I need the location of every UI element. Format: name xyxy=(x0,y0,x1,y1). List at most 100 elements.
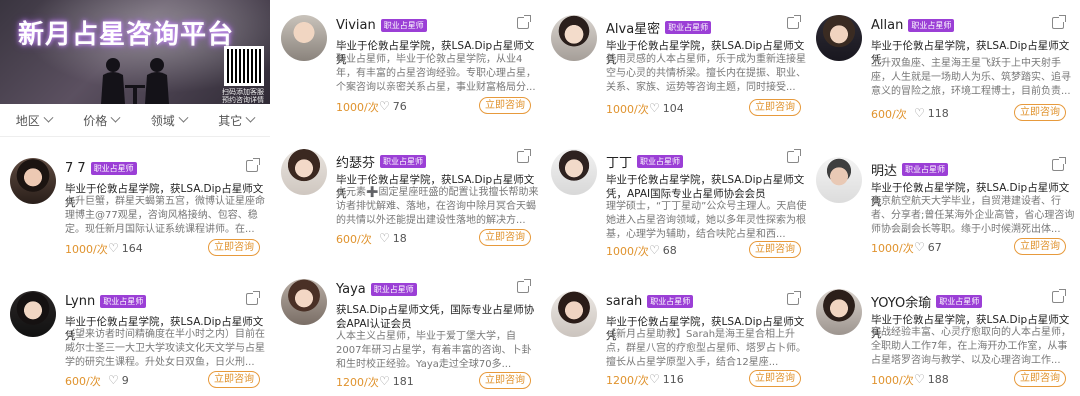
consult-button[interactable]: 立即咨询 xyxy=(208,239,260,256)
likes: ♡ 68 xyxy=(649,243,677,257)
price: 1000/次 xyxy=(871,242,914,255)
share-icon[interactable] xyxy=(787,291,801,305)
share-icon[interactable] xyxy=(517,279,531,293)
avatar xyxy=(10,158,56,204)
like-count: 164 xyxy=(121,241,143,255)
certification-badge: 职业占星师 xyxy=(902,163,949,176)
share-icon[interactable] xyxy=(1052,289,1066,303)
description: 上升双鱼座、主星海王星飞跃于上中天射手座，人生就是一场助人为乐、筑梦踏实、追寻意… xyxy=(871,58,1071,97)
astrologer-name: Vivian xyxy=(336,18,376,33)
share-icon[interactable] xyxy=(246,158,260,172)
price: 1000/次 xyxy=(871,374,914,387)
credential: 毕业于伦敦占星学院，获LSA.Dip占星师文凭，APAI国际专业占星师协会会员 xyxy=(606,174,805,200)
description: 理学硕士，“丁丁星动”公众号主理人。天启使她进入占星咨询领域，她以多年灵性探索为… xyxy=(606,201,807,240)
chevron-down-icon xyxy=(245,112,256,123)
avatar xyxy=(816,289,862,335)
price: 600/次 xyxy=(871,108,907,121)
consult-button[interactable]: 立即咨询 xyxy=(749,370,801,387)
heart-icon: ♡ xyxy=(914,240,925,254)
certification-badge: 职业占星师 xyxy=(647,295,694,308)
consult-button[interactable]: 立即咨询 xyxy=(749,241,801,258)
heart-icon: ♡ xyxy=(379,231,390,245)
qr-code xyxy=(224,46,264,86)
likes: ♡ 18 xyxy=(379,231,407,245)
share-icon[interactable] xyxy=(1052,15,1066,29)
likes: ♡ 116 xyxy=(649,372,684,386)
consult-button[interactable]: 立即咨询 xyxy=(1014,104,1066,121)
astrologer-card[interactable]: 7 7 职业占星师 毕业于伦敦占星学院，获LSA.Dip占星师文凭 上升巨蟹，群星… xyxy=(10,158,272,278)
banner[interactable]: 新月占星咨询平台 扫码添加客服 预约咨询详情 xyxy=(0,0,270,104)
astrologer-card[interactable]: Lynn 职业占星师 毕业于伦敦占星学院，获LSA.Dip占星师文凭 （望来访者时… xyxy=(10,291,272,396)
like-count: 188 xyxy=(927,372,949,386)
likes: ♡ 76 xyxy=(379,99,407,113)
share-icon[interactable] xyxy=(787,149,801,163)
description: 上升巨蟹，群星天蝎第五宫，微博认证星座命理博主@77观星，咨询风格接纳、包容、稳… xyxy=(65,196,265,235)
astrologer-card[interactable]: 丁丁 职业占星师 毕业于伦敦占星学院，获LSA.Dip占星师文凭，APAI国际专业… xyxy=(551,149,813,269)
like-count: 104 xyxy=(662,101,684,115)
astrologer-card[interactable]: Allan 职业占星师 毕业于伦敦占星学院，获LSA.Dip占星师文凭 上升双鱼座… xyxy=(816,15,1078,135)
description: 土元素➕固定星座旺盛的配置让我擅长帮助来访者排忧解难、落地，在咨询中除月冥合天蝎… xyxy=(336,187,539,226)
consult-button[interactable]: 立即咨询 xyxy=(208,371,260,388)
chevron-down-icon xyxy=(43,112,54,123)
consult-button[interactable]: 立即咨询 xyxy=(479,372,531,389)
price: 1000/次 xyxy=(606,103,649,116)
banner-title: 新月占星咨询平台 xyxy=(18,20,235,50)
share-icon[interactable] xyxy=(246,291,260,305)
share-icon[interactable] xyxy=(517,149,531,163)
like-count: 76 xyxy=(392,99,407,113)
heart-icon: ♡ xyxy=(108,373,119,387)
avatar xyxy=(551,149,597,195)
chevron-down-icon xyxy=(178,112,189,123)
astrologer-card[interactable]: sarah 职业占星师 毕业于伦敦占星学院，获LSA.Dip占星师文凭 【新月占星… xyxy=(551,291,813,396)
astrologer-card[interactable]: Yaya 职业占星师 获LSA.Dip占星师文凭，国际专业占星师协会APAI认证会… xyxy=(281,279,543,396)
filter-other[interactable]: 其它 xyxy=(218,112,256,129)
consult-button[interactable]: 立即咨询 xyxy=(479,229,531,246)
filter-price[interactable]: 价格 xyxy=(83,112,121,129)
like-count: 18 xyxy=(392,231,407,245)
heart-icon: ♡ xyxy=(649,101,660,115)
astrologer-name: sarah xyxy=(606,294,643,309)
like-count: 68 xyxy=(662,243,677,257)
astrologer-name: 丁丁 xyxy=(606,156,633,171)
consult-button[interactable]: 立即咨询 xyxy=(479,97,531,114)
astrologer-name: Lynn xyxy=(65,294,96,309)
price: 1000/次 xyxy=(65,243,108,256)
certification-badge: 职业占星师 xyxy=(380,155,427,168)
avatar xyxy=(281,279,327,325)
filter-domain[interactable]: 领域 xyxy=(151,112,189,129)
consult-button[interactable]: 立即咨询 xyxy=(749,99,801,116)
description: 职业占星师，毕业于伦敦占星学院，从业4年，有丰富的占星咨询经验。专职心理占星，个… xyxy=(336,54,536,93)
filter-label: 地区 xyxy=(15,113,40,128)
certification-badge: 职业占星师 xyxy=(380,19,427,32)
avatar xyxy=(816,157,862,203)
certification-badge: 职业占星师 xyxy=(908,19,955,32)
description: 【新月占星助教】Sarah是海王星合相上升点，群星八宫的疗愈型占星师、塔罗占卜师… xyxy=(606,329,806,368)
astrologer-card[interactable]: Alva星密 职业占星师 毕业于伦敦占星学院，获LSA.Dip占星师文凭 善用灵感… xyxy=(551,15,813,135)
likes: ♡ 181 xyxy=(379,374,414,388)
astrologer-name: Yaya xyxy=(336,282,366,297)
astrologer-name: Allan xyxy=(871,18,904,33)
share-icon[interactable] xyxy=(517,15,531,29)
filter-region[interactable]: 地区 xyxy=(15,112,54,129)
astrologer-card[interactable]: 明达 职业占星师 毕业于伦敦占星学院，获LSA.Dip占星师文凭 南京航空航天大学… xyxy=(816,157,1078,277)
certification-badge: 职业占星师 xyxy=(90,162,137,175)
chevron-down-icon xyxy=(110,112,121,123)
astrologer-name: 明达 xyxy=(871,164,898,179)
heart-icon: ♡ xyxy=(379,99,390,113)
astrologer-card[interactable]: Vivian 职业占星师 毕业于伦敦占星学院，获LSA.Dip占星师文凭 职业占星… xyxy=(281,15,543,135)
certification-badge: 职业占星师 xyxy=(936,295,983,308)
astrologer-card[interactable]: 约瑟芬 职业占星师 毕业于伦敦占星学院，获LSA.Dip占星师文凭 土元素➕固定星… xyxy=(281,149,543,269)
astrologer-card[interactable]: YOYO余瑜 职业占星师 毕业于伦敦占星学院，获LSA.Dip占星师文凭 实战经验… xyxy=(816,289,1078,396)
astrologer-name: 约瑟芬 xyxy=(336,156,376,171)
share-icon[interactable] xyxy=(787,15,801,29)
avatar xyxy=(551,15,597,61)
consult-button[interactable]: 立即咨询 xyxy=(1014,238,1066,255)
certification-badge: 职业占星师 xyxy=(665,21,712,34)
consult-button[interactable]: 立即咨询 xyxy=(1014,370,1066,387)
price: 1000/次 xyxy=(336,101,379,114)
filter-label: 价格 xyxy=(83,113,108,128)
price: 1200/次 xyxy=(606,374,649,387)
share-icon[interactable] xyxy=(1052,157,1066,171)
credential: 获LSA.Dip占星师文凭，国际专业占星师协会APAI认证会员 xyxy=(336,304,535,330)
description: 南京航空航天大学毕业，自贸港建设者、行者、分享者;曾任某海外企业高管，省心理咨询… xyxy=(871,196,1075,235)
